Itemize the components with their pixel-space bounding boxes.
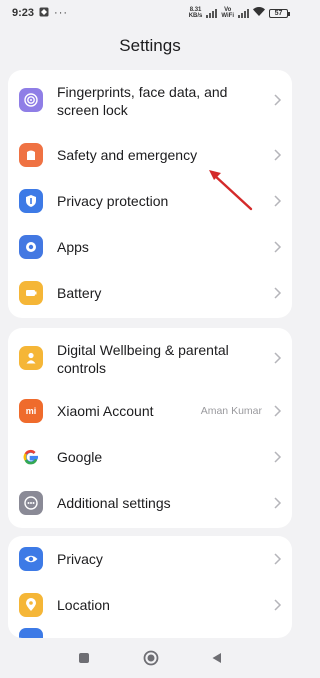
- signal-icon: [206, 8, 218, 18]
- notification-icon: [39, 7, 49, 20]
- chevron-right-icon: [274, 451, 282, 463]
- wifi-icon: [253, 7, 265, 19]
- triangle-icon: [212, 653, 221, 663]
- clock: 9:23: [12, 7, 35, 19]
- partially-visible-icon: [19, 628, 43, 638]
- privacy-shield-icon: [19, 189, 43, 213]
- chevron-right-icon: [274, 287, 282, 299]
- settings-item-label: Location: [57, 597, 110, 613]
- chevron-right-icon: [274, 405, 282, 417]
- eye-icon: [19, 547, 43, 571]
- square-icon: [79, 653, 89, 663]
- fingerprint-icon: [19, 88, 43, 112]
- page-title: Settings: [119, 36, 181, 55]
- mi-icon: mi: [19, 399, 43, 423]
- settings-item-label: Additional settings: [57, 495, 171, 511]
- chevron-right-icon: [274, 599, 282, 611]
- home-button[interactable]: [141, 648, 161, 668]
- network-speed: 8.31 KB/s: [188, 7, 203, 19]
- person-icon: [19, 346, 43, 370]
- settings-group-2: Digital Wellbeing & parental controls mi…: [8, 328, 292, 528]
- battery-icon: [19, 281, 43, 305]
- settings-item-label: Safety and emergency: [57, 147, 198, 163]
- settings-item-battery[interactable]: Battery: [8, 270, 292, 316]
- settings-item-label: Privacy protection: [57, 193, 169, 209]
- signal-icon-2: [238, 8, 249, 18]
- navigation-bar: [0, 638, 300, 678]
- settings-item-label: Xiaomi Account: [57, 403, 154, 419]
- settings-item-label: Digital Wellbeing & parental controls: [57, 342, 229, 376]
- status-bar: 9:23 ··· 8.31 KB/s Vo WiFi 57: [0, 0, 300, 26]
- settings-item-label: Privacy: [57, 551, 103, 567]
- settings-item-label: Google: [57, 449, 103, 465]
- location-pin-icon: [19, 593, 43, 617]
- chevron-right-icon: [274, 195, 282, 207]
- settings-item-apps[interactable]: Apps: [8, 224, 292, 270]
- back-button[interactable]: [207, 648, 227, 668]
- recent-apps-button[interactable]: [74, 648, 94, 668]
- settings-item-privacy[interactable]: Privacy: [8, 536, 292, 582]
- chevron-right-icon: [274, 553, 282, 565]
- settings-item-label: Fingerprints, face data, and screen lock: [57, 84, 228, 118]
- chevron-right-icon: [274, 352, 282, 364]
- annotation-arrow-icon: [209, 170, 253, 211]
- battery-indicator: 57: [269, 8, 290, 18]
- shield-icon: [19, 143, 43, 167]
- gear-icon: [19, 235, 43, 259]
- vowifi-badge: Vo WiFi: [221, 7, 234, 19]
- settings-item-additional[interactable]: Additional settings: [8, 480, 292, 526]
- settings-item-digital-wellbeing[interactable]: Digital Wellbeing & parental controls: [8, 330, 292, 386]
- chevron-right-icon: [274, 241, 282, 253]
- settings-item-label: Apps: [57, 239, 89, 255]
- chevron-right-icon: [274, 149, 282, 161]
- settings-item-fingerprints[interactable]: Fingerprints, face data, and screen lock: [8, 72, 292, 128]
- settings-group-3: Privacy Location: [8, 536, 292, 638]
- account-name: Aman Kumar: [200, 405, 262, 417]
- more-icon: [19, 491, 43, 515]
- google-icon: [19, 445, 43, 469]
- settings-item-label: Battery: [57, 285, 102, 301]
- settings-item-location[interactable]: Location: [8, 582, 292, 628]
- chevron-right-icon: [274, 497, 282, 509]
- settings-item-google[interactable]: Google: [8, 434, 292, 480]
- circle-icon: [143, 650, 159, 666]
- settings-item-xiaomi-account[interactable]: mi Xiaomi Account Aman Kumar: [8, 388, 292, 434]
- more-notifications-icon: ···: [54, 7, 69, 19]
- chevron-right-icon: [274, 94, 282, 106]
